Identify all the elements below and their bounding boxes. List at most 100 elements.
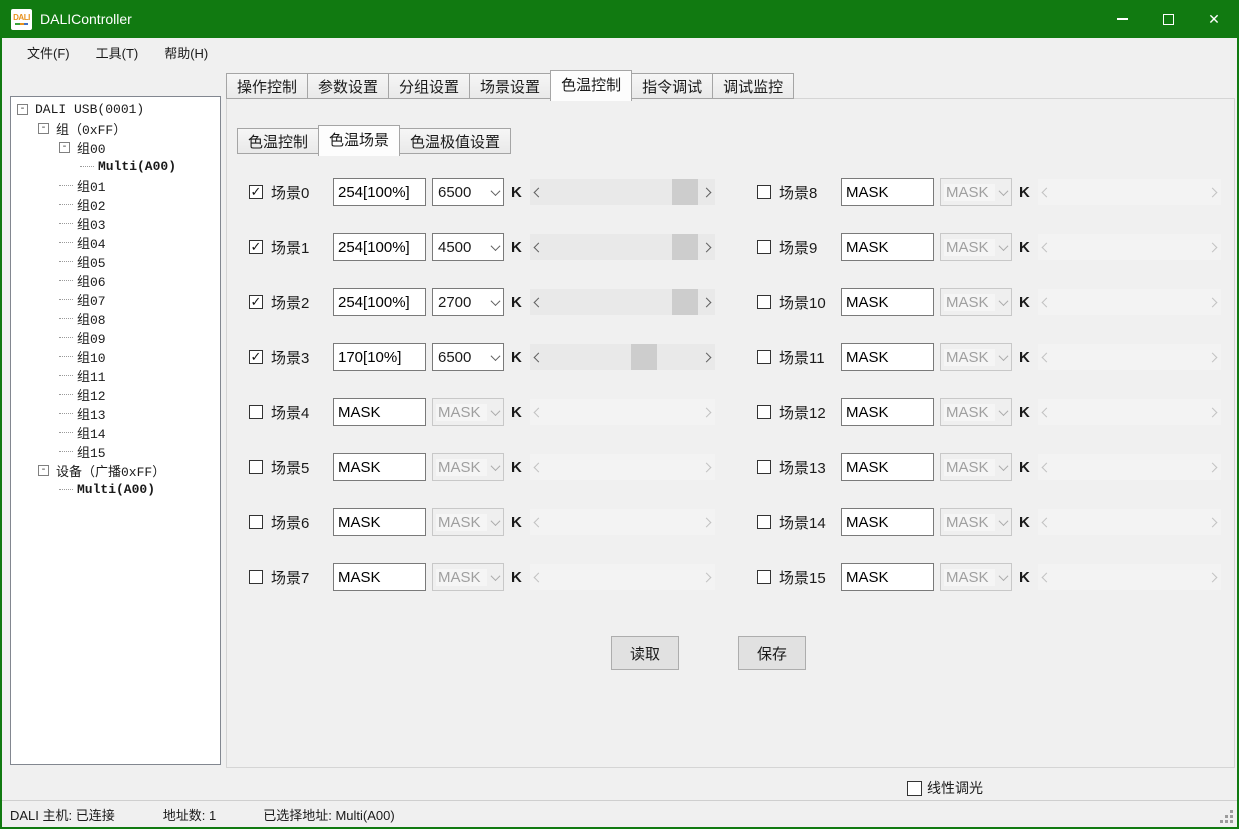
scene-level-input[interactable]: [841, 288, 934, 316]
tree-item-label[interactable]: 组05: [75, 252, 108, 271]
scene-checkbox[interactable]: [757, 460, 771, 474]
tree-item-label[interactable]: 组04: [75, 233, 108, 252]
tree-item-label[interactable]: 组00: [75, 138, 108, 157]
scene-level-input[interactable]: [333, 343, 426, 371]
scene-cct-select[interactable]: 6500: [432, 343, 504, 371]
tree-item-label[interactable]: Multi(A00): [96, 159, 178, 174]
scroll-right-icon[interactable]: [698, 234, 715, 260]
scrollbar-thumb[interactable]: [672, 179, 698, 205]
tab-操作控制[interactable]: 操作控制: [226, 73, 308, 99]
scroll-left-icon[interactable]: [530, 234, 547, 260]
tree-item-label[interactable]: 组07: [75, 290, 108, 309]
tree-toggle-icon[interactable]: -: [38, 123, 49, 134]
scene-checkbox[interactable]: [249, 515, 263, 529]
scrollbar-track[interactable]: [547, 289, 698, 315]
close-button[interactable]: ✕: [1191, 0, 1237, 38]
scrollbar-track[interactable]: [547, 179, 698, 205]
tree-item-label[interactable]: 组09: [75, 328, 108, 347]
menu-item-2[interactable]: 帮助(H): [151, 39, 221, 66]
scene-level-input[interactable]: [841, 178, 934, 206]
tree-item-label[interactable]: 组（0xFF）: [54, 119, 128, 138]
scene-level-scrollbar[interactable]: [530, 234, 715, 260]
scene-level-input[interactable]: [841, 453, 934, 481]
tab-指令调试[interactable]: 指令调试: [631, 73, 713, 99]
scene-level-input[interactable]: [333, 563, 426, 591]
scene-checkbox[interactable]: ✓: [249, 185, 263, 199]
tree-item-label[interactable]: 组14: [75, 423, 108, 442]
scene-level-input[interactable]: [333, 398, 426, 426]
tree-item-label[interactable]: 设备（广播0xFF）: [54, 461, 167, 480]
scene-level-input[interactable]: [333, 288, 426, 316]
scrollbar-track[interactable]: [547, 234, 698, 260]
tree-item-label[interactable]: 组10: [75, 347, 108, 366]
tree-item-label[interactable]: DALI USB(0001): [33, 102, 146, 117]
scene-checkbox[interactable]: [757, 350, 771, 364]
scene-level-input[interactable]: [333, 453, 426, 481]
scroll-left-icon[interactable]: [530, 289, 547, 315]
scroll-right-icon[interactable]: [698, 289, 715, 315]
minimize-button[interactable]: [1099, 0, 1145, 38]
scroll-left-icon[interactable]: [530, 344, 547, 370]
resize-grip[interactable]: [1220, 810, 1233, 823]
scene-checkbox[interactable]: ✓: [249, 350, 263, 364]
tab-调试监控[interactable]: 调试监控: [712, 73, 794, 99]
scene-level-input[interactable]: [333, 178, 426, 206]
scene-checkbox[interactable]: ✓: [249, 295, 263, 309]
scrollbar-thumb[interactable]: [631, 344, 657, 370]
subtab-色温极值设置[interactable]: 色温极值设置: [399, 128, 511, 154]
scene-level-input[interactable]: [333, 233, 426, 261]
save-button[interactable]: 保存: [738, 636, 806, 670]
scene-cct-select[interactable]: 2700: [432, 288, 504, 316]
scene-checkbox[interactable]: [757, 240, 771, 254]
scene-checkbox[interactable]: [249, 405, 263, 419]
tree-item-label[interactable]: 组02: [75, 195, 108, 214]
tree-item-label[interactable]: 组15: [75, 442, 108, 461]
scene-level-input[interactable]: [841, 508, 934, 536]
menu-item-1[interactable]: 工具(T): [83, 39, 152, 66]
linear-dimming-checkbox[interactable]: [907, 781, 922, 796]
scene-level-input[interactable]: [333, 508, 426, 536]
scrollbar-track[interactable]: [547, 344, 698, 370]
read-button[interactable]: 读取: [611, 636, 679, 670]
maximize-button[interactable]: [1145, 0, 1191, 38]
scroll-left-icon[interactable]: [530, 179, 547, 205]
subtab-色温控制[interactable]: 色温控制: [237, 128, 319, 154]
tree-item-label[interactable]: 组13: [75, 404, 108, 423]
scene-cct-select[interactable]: 6500: [432, 178, 504, 206]
scene-level-scrollbar[interactable]: [530, 344, 715, 370]
scene-checkbox[interactable]: [249, 570, 263, 584]
scroll-right-icon[interactable]: [698, 179, 715, 205]
scene-cct-select[interactable]: 4500: [432, 233, 504, 261]
scene-level-input[interactable]: [841, 343, 934, 371]
tree-item-label[interactable]: 组11: [75, 366, 108, 385]
scene-checkbox[interactable]: [757, 295, 771, 309]
scroll-right-icon[interactable]: [698, 344, 715, 370]
tree-item-label[interactable]: 组06: [75, 271, 108, 290]
scene-checkbox[interactable]: [757, 185, 771, 199]
tab-场景设置[interactable]: 场景设置: [469, 73, 551, 99]
tree-item-label[interactable]: 组01: [75, 176, 108, 195]
scene-checkbox[interactable]: [249, 460, 263, 474]
scene-checkbox[interactable]: [757, 515, 771, 529]
scene-level-input[interactable]: [841, 233, 934, 261]
device-tree[interactable]: -DALI USB(0001)-组（0xFF）-组00Multi(A00)组01…: [10, 96, 221, 765]
tree-toggle-icon[interactable]: -: [38, 465, 49, 476]
scrollbar-thumb[interactable]: [672, 289, 698, 315]
scene-checkbox[interactable]: ✓: [249, 240, 263, 254]
scene-level-scrollbar[interactable]: [530, 179, 715, 205]
tab-色温控制[interactable]: 色温控制: [550, 70, 632, 101]
subtab-色温场景[interactable]: 色温场景: [318, 125, 400, 156]
tree-item-label[interactable]: 组12: [75, 385, 108, 404]
scene-level-input[interactable]: [841, 398, 934, 426]
menu-item-0[interactable]: 文件(F): [14, 39, 83, 66]
scene-level-input[interactable]: [841, 563, 934, 591]
scene-checkbox[interactable]: [757, 405, 771, 419]
scene-level-scrollbar[interactable]: [530, 289, 715, 315]
tree-toggle-icon[interactable]: -: [59, 142, 70, 153]
scene-checkbox[interactable]: [757, 570, 771, 584]
tab-参数设置[interactable]: 参数设置: [307, 73, 389, 99]
tree-item-label[interactable]: 组03: [75, 214, 108, 233]
scrollbar-thumb[interactable]: [672, 234, 698, 260]
tree-item-label[interactable]: 组08: [75, 309, 108, 328]
tree-toggle-icon[interactable]: -: [17, 104, 28, 115]
